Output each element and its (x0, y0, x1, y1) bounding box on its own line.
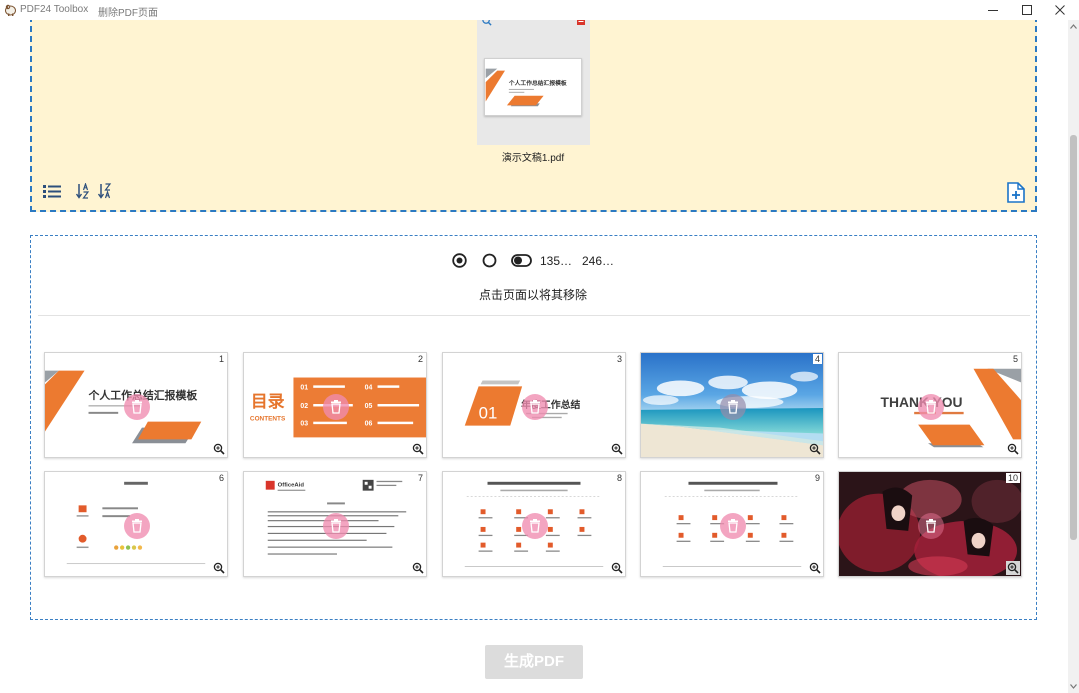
page-card[interactable]: THANK YOU 5 (838, 352, 1022, 458)
odd-pages-option[interactable]: 135… (540, 254, 572, 268)
page-card[interactable]: 6 (44, 471, 228, 577)
add-file-icon[interactable] (1007, 182, 1025, 203)
app-name: PDF24 Toolbox (20, 4, 89, 15)
zoom-in-icon[interactable] (1007, 443, 1019, 455)
zoom-in-icon[interactable] (809, 562, 821, 574)
delete-page-icon[interactable] (918, 394, 944, 420)
logo-text: OfficeAid (278, 483, 305, 489)
page-card[interactable]: 9 (640, 471, 824, 577)
zoom-in-icon[interactable] (412, 443, 424, 455)
page-number: 1 (218, 354, 224, 364)
delete-page-icon[interactable] (918, 513, 944, 539)
page-card[interactable]: 目录 CONTENTS 01 02 03 04 05 06 2 (243, 352, 427, 458)
zoom-in-icon[interactable] (412, 562, 424, 574)
page-number: 2 (417, 354, 423, 364)
zoom-in-icon[interactable] (213, 443, 225, 455)
minimize-icon (988, 10, 998, 11)
delete-page-icon[interactable] (323, 513, 349, 539)
delete-page-icon[interactable] (720, 513, 746, 539)
list-view-icon[interactable] (43, 185, 61, 198)
page-number: 9 (814, 473, 820, 483)
vertical-scrollbar[interactable] (1068, 20, 1079, 693)
scroll-up-icon[interactable] (1070, 24, 1077, 29)
maximize-button[interactable] (1012, 0, 1042, 20)
close-button[interactable] (1045, 0, 1075, 20)
delete-page-icon[interactable] (522, 394, 548, 420)
page-card[interactable]: 10 (838, 471, 1022, 577)
zoom-in-icon[interactable] (809, 443, 821, 455)
delete-page-icon[interactable] (124, 394, 150, 420)
generate-pdf-button[interactable]: 生成PDF (485, 645, 583, 679)
pdf24-app-icon (5, 4, 16, 16)
page-number: 10 (1005, 473, 1020, 483)
zoom-in-icon[interactable] (611, 562, 623, 574)
instruction-text: 点击页面以将其移除 (478, 288, 587, 302)
slide-heading: 目录 (251, 392, 285, 411)
divider (38, 315, 1030, 316)
radio-unchecked-icon[interactable] (482, 253, 497, 268)
delete-page-icon[interactable] (323, 394, 349, 420)
preview-slide-title: 个人工作总结汇报模板 (508, 79, 567, 87)
qr-code (362, 479, 374, 491)
preview-slide-graphic: 个人工作总结汇报模板 (485, 68, 567, 107)
maximize-icon (1022, 5, 1032, 15)
slide-subheading: CONTENTS (250, 416, 286, 423)
title-bar: PDF24 Toolbox 删除PDF页面 (0, 0, 1079, 20)
contents-item-number: 04 (365, 384, 373, 391)
sort-az-icon[interactable] (76, 183, 90, 199)
scroll-down-icon[interactable] (1070, 684, 1077, 689)
page-card[interactable]: 8 (442, 471, 626, 577)
page-card[interactable]: 个人工作总结汇报模板 1 (44, 352, 228, 458)
toggle-icon[interactable] (511, 254, 532, 267)
page-number: 6 (218, 473, 224, 483)
zoom-in-icon[interactable] (213, 562, 225, 574)
section-number: 01 (479, 404, 498, 423)
zoom-in-icon[interactable] (611, 443, 623, 455)
page-number: 3 (616, 354, 622, 364)
zoom-in-icon (1007, 562, 1019, 574)
zoom-in-button[interactable] (1006, 561, 1020, 575)
page-card[interactable]: 4 (640, 352, 824, 458)
file-first-page-preview: 个人工作总结汇报模板 (484, 58, 582, 116)
contents-item-number: 02 (300, 403, 308, 410)
page-card[interactable]: 01 年度工作总结 3 (442, 352, 626, 458)
page-number: 5 (1012, 354, 1018, 364)
page-card[interactable]: OfficeAid 7 (243, 471, 427, 577)
page-number: 8 (616, 473, 622, 483)
close-icon (1055, 5, 1065, 15)
contents-item-number: 01 (300, 384, 308, 391)
contents-item-number: 05 (365, 403, 373, 410)
delete-page-icon[interactable] (720, 394, 746, 420)
delete-page-icon[interactable] (124, 513, 150, 539)
officeaid-logo (265, 480, 275, 490)
tool-name: 删除PDF页面 (98, 8, 158, 19)
contents-item-number: 03 (300, 421, 308, 428)
sort-za-icon[interactable] (98, 183, 112, 199)
page-number: 4 (812, 354, 822, 364)
radio-checked-icon[interactable] (452, 253, 467, 268)
even-pages-option[interactable]: 246… (582, 254, 614, 268)
file-name-label: 演示文稿1.pdf (501, 153, 565, 164)
scrollbar-thumb[interactable] (1070, 135, 1077, 540)
contents-item-number: 06 (365, 421, 373, 428)
minimize-button[interactable] (978, 0, 1008, 20)
color-dots (114, 545, 143, 550)
delete-page-icon[interactable] (522, 513, 548, 539)
page-number: 7 (417, 473, 423, 483)
file-thumbnail[interactable]: 个人工作总结汇报模板 (477, 12, 590, 145)
